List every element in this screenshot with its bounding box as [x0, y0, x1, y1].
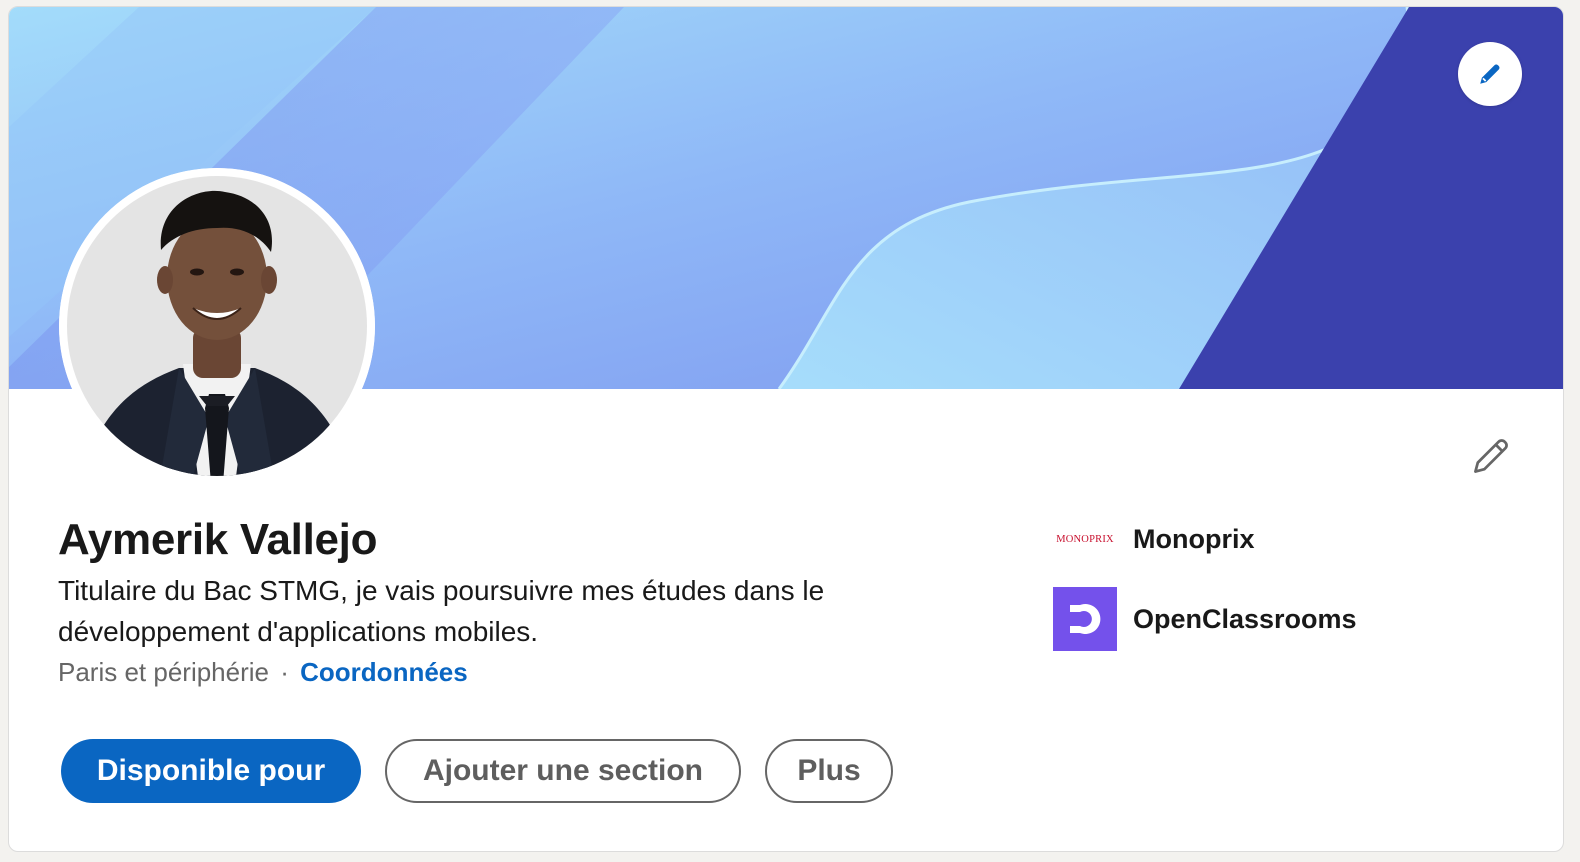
- edit-cover-button[interactable]: [1458, 42, 1522, 106]
- profile-headline: Titulaire du Bac STMG, je vais poursuivr…: [58, 575, 825, 647]
- pencil-icon: [1480, 64, 1500, 84]
- add-section-button[interactable]: Ajouter une section: [385, 739, 741, 803]
- pencil-icon: [1474, 439, 1508, 473]
- profile-card: Aymerik Vallejo Titulaire du Bac STMG, j…: [8, 6, 1564, 852]
- separator-dot: ·: [280, 657, 289, 687]
- more-button[interactable]: Plus: [765, 739, 893, 803]
- org-openclassrooms[interactable]: OpenClassrooms: [1053, 587, 1523, 651]
- profile-actions: Disponible pour Ajouter une section Plus: [61, 739, 893, 803]
- org-name: Monoprix: [1133, 523, 1255, 554]
- location-line: Paris et périphérie · Coordonnées: [58, 657, 468, 688]
- profile-photo[interactable]: [59, 168, 375, 484]
- edit-intro-button[interactable]: [1464, 429, 1518, 483]
- org-monoprix[interactable]: MONOPRIX Monoprix: [1053, 507, 1523, 571]
- monoprix-logo: MONOPRIX: [1056, 533, 1114, 545]
- organizations-list: MONOPRIX Monoprix OpenClassrooms: [1053, 507, 1523, 667]
- contact-info-link[interactable]: Coordonnées: [300, 657, 468, 687]
- org-name: OpenClassrooms: [1133, 603, 1357, 634]
- open-to-button[interactable]: Disponible pour: [61, 739, 361, 803]
- avatar-image: [59, 168, 375, 484]
- openclassrooms-logo-mark: [1053, 587, 1117, 651]
- openclassrooms-logo: [1053, 587, 1117, 651]
- location-text: Paris et périphérie: [58, 657, 269, 687]
- profile-name: Aymerik Vallejo: [58, 515, 378, 564]
